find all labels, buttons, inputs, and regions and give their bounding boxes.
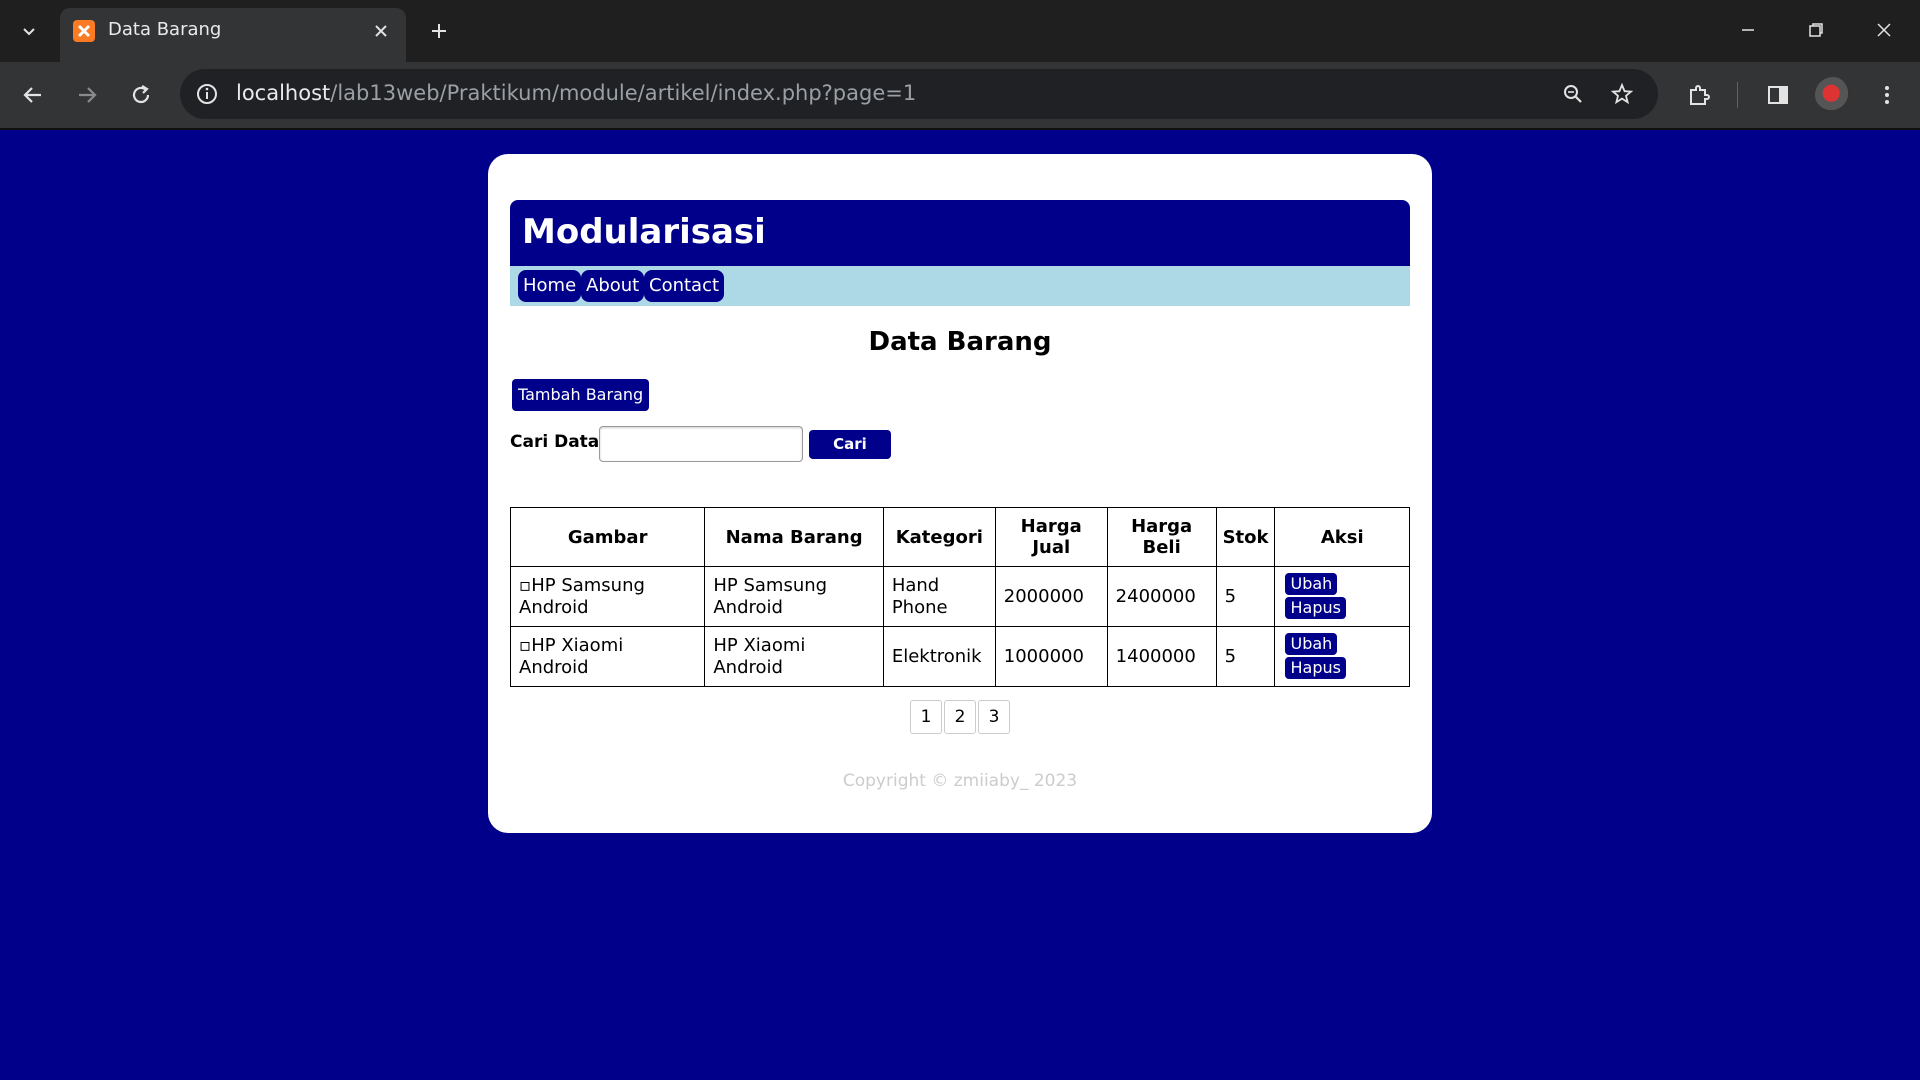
cell-harga-jual: 1000000 [994,626,1108,687]
broken-image-icon: ▫ [519,574,532,596]
back-arrow-icon[interactable] [14,76,52,114]
extensions-puzzle-icon[interactable] [1680,76,1718,114]
cell-kategori: Elektronik [882,626,996,687]
cell-nama: HP Samsung Android [704,566,884,627]
toolbar-divider [1737,82,1738,108]
col-header-stok: Stok [1215,507,1276,567]
table-row: ▫HP Samsung Android HP Samsung Android H… [509,566,1410,627]
col-header-kategori: Kategori [882,507,996,567]
nav-bar: Home About Contact [510,266,1410,306]
tab-close-icon[interactable] [368,18,394,44]
bookmark-star-icon[interactable] [1607,79,1637,109]
search-input[interactable] [599,426,803,462]
col-header-gambar: Gambar [509,507,706,567]
browser-tab-strip: Data Barang [0,0,1920,62]
pagination: 1 2 3 [488,700,1432,734]
broken-image-alt: ▫HP Samsung Android [509,566,706,627]
reload-icon[interactable] [122,76,160,114]
zoom-icon[interactable] [1558,79,1588,109]
table-row: ▫HP Xiaomi Android HP Xiaomi Android Ele… [509,626,1410,687]
address-bar[interactable]: localhost/lab13web/Praktikum/module/arti… [180,69,1658,119]
broken-image-icon: ▫ [519,634,532,656]
col-header-aksi: Aksi [1274,507,1410,567]
edit-button[interactable]: Ubah [1285,633,1338,655]
items-table: Gambar Nama Barang Kategori Harga Jual H… [509,507,1410,687]
cell-kategori: Hand Phone [882,566,996,627]
page-link-2[interactable]: 2 [944,700,976,734]
col-header-harga-beli: Harga Beli [1106,507,1217,567]
cell-harga-jual: 2000000 [994,566,1108,627]
delete-button[interactable]: Hapus [1285,597,1346,619]
url-text[interactable]: localhost/lab13web/Praktikum/module/arti… [236,81,916,105]
site-info-icon[interactable] [192,79,222,109]
restore-icon[interactable] [1794,12,1838,48]
nav-home-link[interactable]: Home [518,270,582,302]
cell-nama: HP Xiaomi Android [704,626,884,687]
minimize-icon[interactable] [1726,12,1770,48]
cell-harga-beli: 2400000 [1106,566,1217,627]
nav-contact-link[interactable]: Contact [644,270,725,302]
side-panel-icon[interactable] [1759,76,1797,114]
xampp-favicon-icon [73,20,95,42]
profile-avatar[interactable] [1815,77,1851,113]
col-header-nama: Nama Barang [704,507,884,567]
delete-button[interactable]: Hapus [1285,657,1346,679]
site-header: Modularisasi [510,200,1410,266]
page-link-1[interactable]: 1 [910,700,942,734]
cell-harga-beli: 1400000 [1106,626,1217,687]
site-title: Modularisasi [522,212,766,252]
more-menu-icon[interactable] [1868,76,1906,114]
cell-aksi: Ubah Hapus [1274,566,1410,627]
col-header-harga-jual: Harga Jual [994,507,1108,567]
new-tab-plus-icon[interactable] [422,14,456,48]
cell-stok: 5 [1215,566,1276,627]
forward-arrow-icon[interactable] [68,76,106,114]
edit-button[interactable]: Ubah [1285,573,1338,595]
browser-toolbar: localhost/lab13web/Praktikum/module/arti… [0,62,1920,130]
cell-stok: 5 [1215,626,1276,687]
add-item-button[interactable]: Tambah Barang [512,379,650,411]
tab-search-chevron-icon[interactable] [12,14,46,48]
page-container: Modularisasi Home About Contact Data Bar… [488,154,1432,833]
tab-title: Data Barang [108,19,222,40]
search-label: Cari Data: [510,432,607,452]
broken-image-alt: ▫HP Xiaomi Android [509,626,706,687]
browser-tab[interactable]: Data Barang [60,8,406,62]
nav-about-link[interactable]: About [581,270,645,302]
table-header-row: Gambar Nama Barang Kategori Harga Jual H… [509,507,1410,567]
page-title: Data Barang [868,327,1052,357]
search-button[interactable]: Cari [809,430,891,459]
close-window-icon[interactable] [1862,12,1906,48]
page-link-3[interactable]: 3 [978,700,1010,734]
footer-copyright: Copyright © zmiiaby_ 2023 [842,771,1078,791]
cell-aksi: Ubah Hapus [1274,626,1410,687]
